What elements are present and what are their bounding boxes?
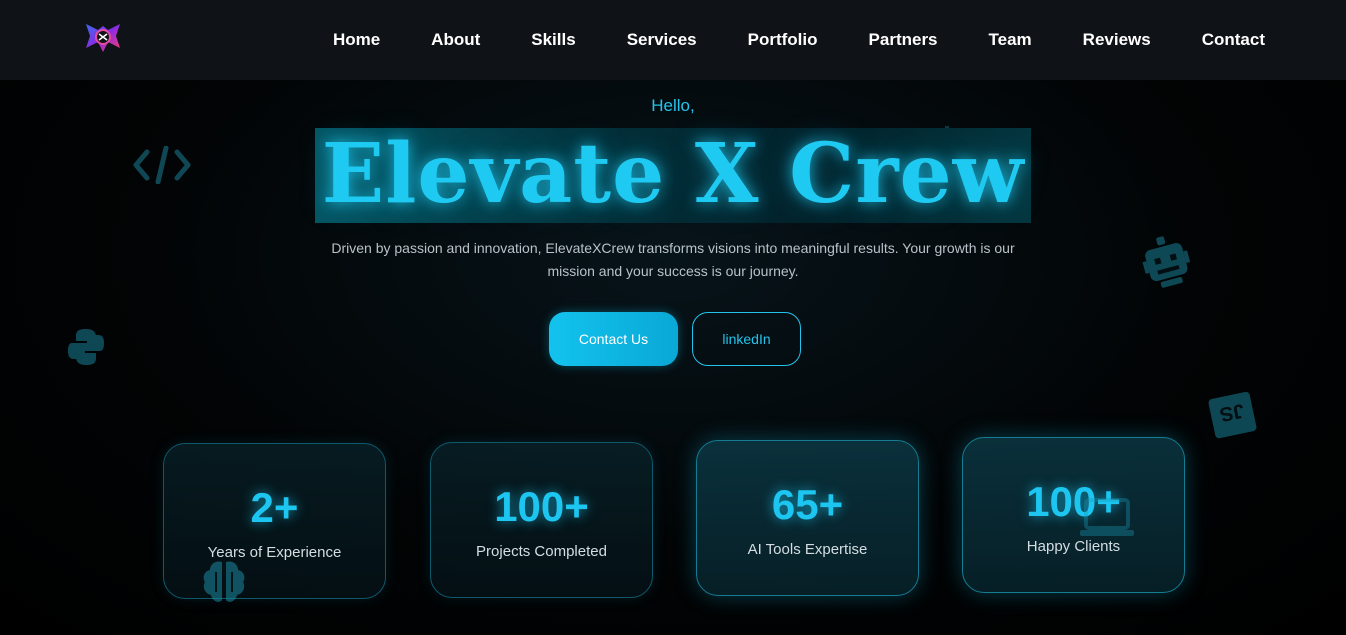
hero-subtitle-line1: Driven by passion and innovation, Elevat… xyxy=(331,240,1015,256)
robot-icon xyxy=(1135,229,1199,301)
stat-label: AI Tools Expertise xyxy=(747,541,868,558)
nav-link-services[interactable]: Services xyxy=(627,30,697,50)
contact-us-button[interactable]: Contact Us xyxy=(549,312,678,366)
linkedin-button[interactable]: linkedIn xyxy=(692,312,801,366)
nav-link-about[interactable]: About xyxy=(431,30,480,50)
navbar: Home About Skills Services Portfolio Par… xyxy=(0,0,1346,80)
nav-menu: Home About Skills Services Portfolio Par… xyxy=(333,0,1265,80)
stat-value: 100+ xyxy=(494,483,589,530)
stat-card-experience: 2+ Years of Experience xyxy=(163,443,386,599)
hero-title: Elevate X Crew xyxy=(321,126,1025,222)
stat-value: 100+ xyxy=(1026,478,1121,525)
stat-card-ai-tools: 65+ AI Tools Expertise xyxy=(696,440,919,596)
nav-link-reviews[interactable]: Reviews xyxy=(1083,30,1151,50)
stat-card-projects: 100+ Projects Completed xyxy=(430,442,653,598)
python-icon xyxy=(66,327,106,372)
nav-link-skills[interactable]: Skills xyxy=(531,30,575,50)
hero-greeting: Hello, xyxy=(651,96,695,115)
hero-subtitle: Driven by passion and innovation, Elevat… xyxy=(315,237,1031,283)
nav-link-home[interactable]: Home xyxy=(333,30,380,50)
stat-label: Years of Experience xyxy=(207,544,342,561)
stat-label: Projects Completed xyxy=(476,543,607,560)
nav-link-partners[interactable]: Partners xyxy=(869,30,938,50)
laptop-icon xyxy=(1078,496,1136,543)
stat-value: 65+ xyxy=(771,481,844,528)
stat-card-clients: 100+ Happy Clients xyxy=(962,437,1185,593)
nav-link-portfolio[interactable]: Portfolio xyxy=(748,30,818,50)
stat-value: 2+ xyxy=(250,484,299,531)
js-icon: JS xyxy=(1205,389,1260,446)
brain-icon xyxy=(200,558,248,609)
stat-label: Happy Clients xyxy=(1026,538,1121,555)
elevatex-logo-icon[interactable] xyxy=(84,20,122,56)
nav-link-contact[interactable]: Contact xyxy=(1202,30,1265,50)
nav-link-team[interactable]: Team xyxy=(989,30,1032,50)
hero-subtitle-line2: mission and your success is our journey. xyxy=(547,263,799,279)
